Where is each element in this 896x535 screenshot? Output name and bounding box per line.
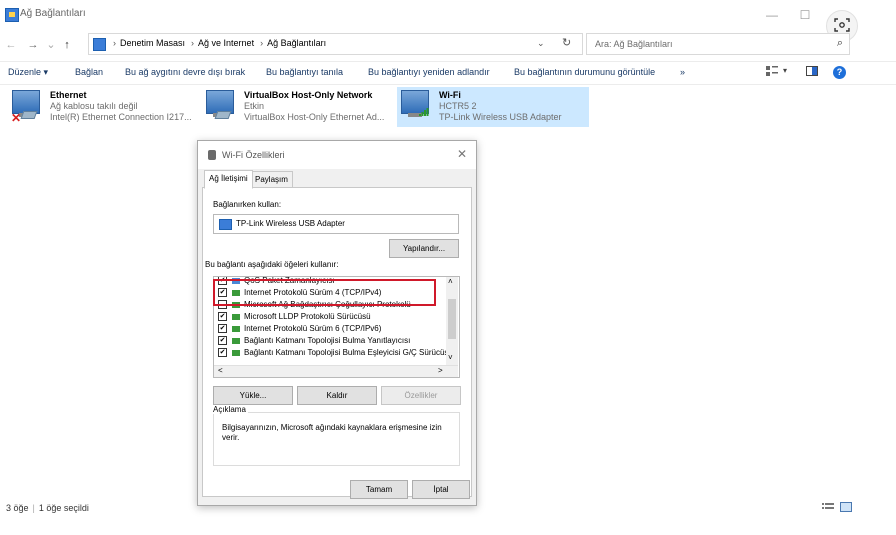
protocol-icon (232, 349, 240, 356)
recent-locations-button[interactable]: ⌄ (44, 38, 58, 52)
install-button[interactable]: Yükle... (213, 386, 293, 405)
scroll-thumb[interactable] (448, 299, 456, 339)
vertical-scrollbar[interactable]: ˄ ˅ (446, 277, 458, 365)
breadcrumb-control-panel[interactable]: Denetim Masası (120, 38, 185, 48)
description-group: Bilgisayarınızın, Microsoft ağındaki kay… (213, 412, 460, 466)
adapter-name: VirtualBox Host-Only Network (244, 90, 373, 100)
change-view-icon[interactable] (766, 66, 778, 79)
adapter-status: Etkin (244, 101, 265, 111)
adapter-status: Ağ kablosu takılı değil (50, 101, 138, 111)
highlight-box (213, 279, 436, 306)
description-text: Bilgisayarınızın, Microsoft ağındaki kay… (222, 423, 442, 442)
adapter-status: HCTR5 2 (439, 101, 477, 111)
preview-pane-icon[interactable] (806, 66, 818, 79)
address-dropdown-icon[interactable]: ⌄ (537, 38, 545, 49)
breadcrumb-network-internet[interactable]: Ağ ve Internet (198, 38, 254, 48)
horizontal-scrollbar[interactable]: < > (214, 365, 458, 377)
checkbox[interactable]: ✔ (218, 324, 227, 334)
adapter-field: TP-Link Wireless USB Adapter (213, 214, 459, 234)
adapter-device: Intel(R) Ethernet Connection I217... (50, 112, 192, 122)
list-item-lltd-mapper[interactable]: ✔ Bağlantı Katmanı Topolojisi Bulma Eşley… (218, 347, 453, 358)
title-bar: Ağ Bağlantıları — ☐ (0, 0, 896, 30)
organize-button[interactable]: Düzenle ▾ (8, 67, 48, 78)
disable-device-button[interactable]: Bu ağ aygıtını devre dışı bırak (125, 67, 245, 77)
network-card-icon (219, 219, 232, 230)
search-box[interactable]: Ara: Ağ Bağlantıları ⌕ (586, 33, 850, 55)
search-icon: ⌕ (836, 37, 843, 49)
ok-button[interactable]: Tamam (350, 480, 408, 499)
diagnose-button[interactable]: Bu bağlantıyı tanıla (266, 67, 343, 77)
cable-icon (20, 111, 38, 119)
rename-button[interactable]: Bu bağlantıyı yeniden adlandır (368, 67, 490, 77)
window-title: Ağ Bağlantıları (20, 8, 86, 19)
dialog-title-bar: Wi-Fi Özellikleri ✕ (198, 141, 476, 169)
protocol-icon (232, 313, 240, 320)
more-commands-button[interactable]: » (680, 67, 685, 77)
search-input[interactable]: Ara: Ağ Bağlantıları (595, 39, 673, 49)
scroll-down-icon[interactable]: ˅ (448, 353, 453, 362)
address-bar[interactable]: › Denetim Masası › Ağ ve Internet › Ağ Bağlan… (88, 33, 583, 55)
adapter-name: Wi-Fi (439, 90, 461, 100)
adapter-virtualbox[interactable]: VirtualBox Host-Only Network Etkin Virtu… (202, 87, 394, 127)
scroll-right-icon[interactable]: > (438, 366, 443, 375)
properties-button[interactable]: Özellikler (381, 386, 461, 405)
list-item-label: Bağlantı Katmanı Topolojisi Bulma Eşleyi… (244, 348, 453, 357)
command-bar: Düzenle ▾ Bağlan Bu ağ aygıtını devre dı… (0, 61, 896, 85)
scroll-left-icon[interactable]: < (218, 366, 223, 375)
control-panel-icon (93, 38, 106, 51)
adapter-device: TP-Link Wireless USB Adapter (439, 112, 562, 122)
items-label: Bu bağlantı aşağıdaki öğeleri kullanır: (205, 260, 339, 269)
refresh-button[interactable]: ↻ (562, 36, 571, 49)
item-count: 3 öğe (6, 503, 29, 513)
configure-button[interactable]: Yapılandır... (389, 239, 459, 258)
list-item-label: Microsoft LLDP Protokolü Sürücüsü (244, 312, 371, 321)
scroll-up-icon[interactable]: ˄ (448, 277, 453, 286)
protocol-icon (232, 337, 240, 344)
connect-using-label: Bağlanırken kullan: (213, 200, 282, 209)
tab-networking[interactable]: Ağ İletişimi (204, 170, 253, 189)
connect-button[interactable]: Bağlan (75, 67, 103, 77)
dialog-close-button[interactable]: ✕ (457, 147, 467, 161)
wifi-signal-icon (419, 108, 429, 116)
dialog-title: Wi-Fi Özellikleri (222, 150, 285, 160)
network-connections-icon (5, 8, 19, 22)
cable-icon (214, 111, 232, 119)
minimize-button[interactable]: — (760, 6, 784, 24)
error-x-icon: ✕ (11, 111, 22, 125)
cancel-button[interactable]: İptal (412, 480, 470, 499)
adapter-ethernet[interactable]: ✕ Ethernet Ağ kablosu takılı değil Intel… (8, 87, 198, 127)
selected-count: 1 öğe seçildi (38, 503, 89, 513)
description-label: Açıklama (211, 405, 248, 414)
help-button[interactable]: ? (833, 66, 846, 79)
up-button[interactable]: ↑ (60, 38, 74, 52)
forward-button[interactable]: → (26, 38, 40, 52)
large-icons-view-icon[interactable] (840, 502, 852, 512)
wifi-adapter-icon (208, 150, 216, 160)
adapter-device: VirtualBox Host-Only Ethernet Ad... (244, 112, 385, 122)
list-item-lltd-responder[interactable]: ✔ Bağlantı Katmanı Topolojisi Bulma Yanıt… (218, 335, 410, 346)
list-item-ipv6[interactable]: ✔ Internet Protokolü Sürüm 6 (TCP/IPv6) (218, 323, 381, 334)
list-item-label: Internet Protokolü Sürüm 6 (TCP/IPv6) (244, 324, 382, 333)
checkbox[interactable]: ✔ (218, 336, 227, 346)
status-bar: 3 öğe | 1 öğe seçildi (6, 503, 89, 513)
checkbox[interactable]: ✔ (218, 348, 227, 358)
details-view-icon[interactable] (822, 502, 834, 512)
networking-panel: Bağlanırken kullan: TP-Link Wireless USB… (202, 187, 472, 497)
list-item-label: Bağlantı Katmanı Topolojisi Bulma Yanıtl… (244, 336, 411, 345)
adapter-wifi[interactable]: Wi-Fi HCTR5 2 TP-Link Wireless USB Adapt… (397, 87, 589, 127)
breadcrumb: › Denetim Masası › Ağ ve Internet › Ağ Bağlan… (113, 38, 327, 48)
protocol-icon (232, 325, 240, 332)
breadcrumb-network-connections[interactable]: Ağ Bağlantıları (267, 38, 326, 48)
list-item-lldp[interactable]: ✔ Microsoft LLDP Protokolü Sürücüsü (218, 311, 371, 322)
adapter-name: Ethernet (50, 90, 87, 100)
view-dropdown-icon[interactable]: ▾ (783, 66, 787, 75)
wifi-properties-dialog: Wi-Fi Özellikleri ✕ Ağ İletişimi Paylaşı… (197, 140, 477, 506)
maximize-button[interactable]: ☐ (793, 6, 817, 24)
checkbox[interactable]: ✔ (218, 312, 227, 322)
view-status-button[interactable]: Bu bağlantının durumunu görüntüle (514, 67, 655, 77)
uninstall-button[interactable]: Kaldır (297, 386, 377, 405)
adapter-field-name: TP-Link Wireless USB Adapter (236, 219, 345, 228)
back-button[interactable]: ← (4, 38, 18, 52)
